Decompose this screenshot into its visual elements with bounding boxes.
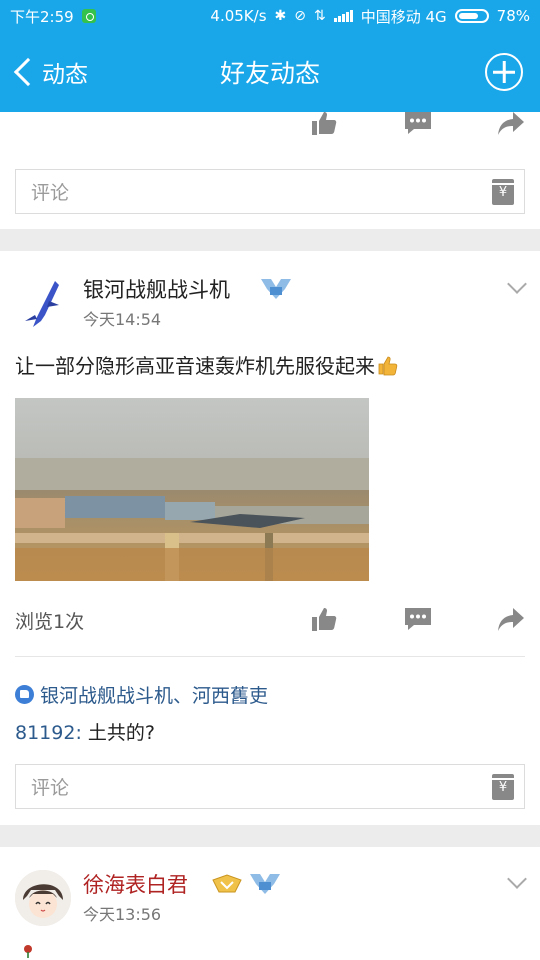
share-button[interactable] [496, 108, 526, 138]
post-time: 今天14:54 [83, 310, 162, 329]
bomber-photo-image [15, 398, 369, 581]
like-button[interactable] [309, 108, 339, 138]
signal-icon [333, 10, 353, 22]
chevron-down-icon[interactable] [507, 274, 527, 294]
thumbs-up-emoji-icon [378, 356, 398, 376]
app-notification-icon [81, 9, 96, 23]
back-button[interactable]: 动态 [10, 32, 88, 112]
avatar[interactable] [15, 870, 71, 926]
anime-avatar-icon [15, 870, 71, 926]
share-arrow-icon [498, 112, 524, 135]
battery-icon [454, 9, 489, 23]
post-time: 今天13:56 [83, 905, 162, 924]
comment-bubble-icon [405, 608, 431, 630]
share-button[interactable] [496, 604, 526, 634]
screen: 下午2:59 4.05K/s ✱ ⊘ ⇅ 中国移动 4G 78% 动态 好友动态 [0, 0, 540, 960]
battery-percent: 78% [496, 7, 530, 25]
section-divider [0, 825, 540, 847]
data-transfer-icon: ⇅ [313, 8, 326, 24]
avatar[interactable] [15, 275, 71, 331]
thumbs-up-icon [312, 608, 337, 631]
vip-badge-icon [250, 874, 280, 894]
comment-button[interactable] [403, 604, 433, 634]
comment-input[interactable]: 评论 ¥ [15, 169, 525, 214]
post-text-content: 让一部分隐形高亚音速轰炸机先服役起来 [15, 354, 375, 378]
gold-crown-badge-icon [212, 874, 242, 893]
view-count: 浏览1次 [15, 611, 85, 633]
likes-row[interactable]: 银河战舰战斗机、河西舊吏 [15, 681, 268, 708]
section-divider [0, 229, 540, 251]
network-speed: 4.05K/s [210, 7, 267, 25]
chevron-left-icon [13, 57, 43, 87]
reply-text: 土共的? [81, 722, 155, 744]
comment-placeholder: 评论 [31, 182, 70, 204]
back-label: 动态 [42, 62, 88, 88]
like-button[interactable] [309, 604, 339, 634]
status-bar: 下午2:59 4.05K/s ✱ ⊘ ⇅ 中国移动 4G 78% [0, 0, 540, 32]
likes-names[interactable]: 银河战舰战斗机、河西舊吏 [40, 681, 268, 708]
reply-user[interactable]: 81192: [15, 722, 82, 744]
red-packet-icon[interactable]: ¥ [492, 774, 514, 800]
rose-icon [24, 945, 32, 958]
red-packet-icon[interactable]: ¥ [492, 179, 514, 205]
comment-placeholder: 评论 [31, 777, 70, 799]
post-photo[interactable] [15, 398, 369, 581]
like-small-icon [15, 685, 34, 704]
status-time: 下午2:59 [10, 7, 74, 26]
divider [15, 656, 525, 657]
title-bar: 动态 好友动态 [0, 32, 540, 112]
post-username[interactable]: 徐海表白君 [83, 869, 188, 899]
comment-input[interactable]: 评论 ¥ [15, 764, 525, 809]
post-username[interactable]: 银河战舰战斗机 [83, 274, 230, 304]
post-text: 让一部分隐形高亚音速轰炸机先服役起来 [15, 350, 399, 379]
thumbs-up-icon [312, 112, 337, 135]
comment-button[interactable] [403, 108, 433, 138]
mute-icon: ⊘ [294, 8, 306, 24]
comment-bubble-icon [405, 112, 431, 134]
jet-avatar-icon [25, 281, 59, 327]
vip-badge-icon [261, 279, 291, 299]
reply-line[interactable]: 81192: 土共的? [15, 718, 155, 745]
bluetooth-icon: ✱ [274, 8, 287, 24]
add-button[interactable] [485, 53, 523, 91]
carrier-label: 中国移动 4G [360, 7, 447, 26]
share-arrow-icon [498, 608, 524, 631]
chevron-down-icon[interactable] [507, 869, 527, 889]
